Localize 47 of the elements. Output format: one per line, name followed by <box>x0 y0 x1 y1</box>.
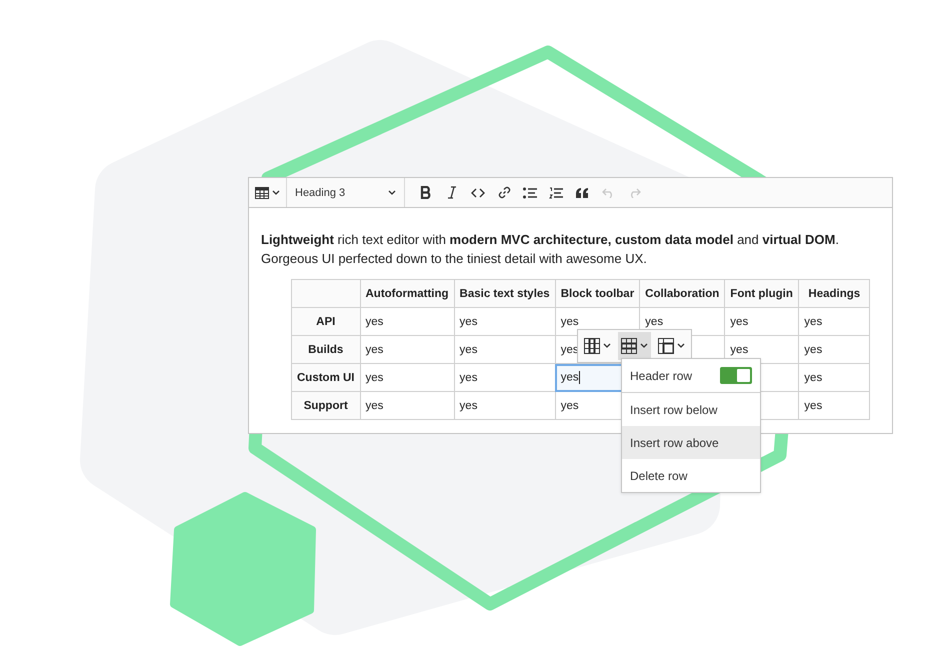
table-cell: yes <box>360 308 454 336</box>
table-cell: yes <box>798 336 870 364</box>
table-cell: yes <box>454 392 556 420</box>
table-cell: yes <box>454 308 556 336</box>
italic-icon <box>447 186 457 199</box>
menu-item[interactable]: Delete row <box>622 459 760 492</box>
menu-item[interactable]: Insert row above <box>622 426 760 459</box>
column-icon <box>584 338 600 354</box>
quote-icon <box>576 188 588 198</box>
paragraph: Lightweight rich text editor with modern MVC architecture, custom data model and virtual DOM. Gorgeous UI perfected down to the tiniest detail with awesome UX. <box>261 231 840 268</box>
caret-icon <box>388 190 396 196</box>
table-cell: yes <box>724 308 799 336</box>
row-header: Support <box>292 392 360 420</box>
table-cell: yes <box>360 364 454 392</box>
caret-icon <box>603 343 611 349</box>
toggle-switch[interactable] <box>720 367 752 384</box>
table-cell: yes <box>360 392 454 420</box>
undo-icon <box>602 188 614 198</box>
heading-dropdown[interactable]: Heading 3 <box>287 178 405 207</box>
table-cell: yes <box>360 336 454 364</box>
code-icon <box>471 188 485 198</box>
row-header: Builds <box>292 336 360 364</box>
caret-icon <box>272 190 280 196</box>
link-icon <box>498 186 510 199</box>
bold-icon <box>420 186 432 199</box>
column-header: Collaboration <box>640 280 725 308</box>
row-header: Custom UI <box>292 364 360 392</box>
column-header: Block toolbar <box>555 280 640 308</box>
column-header: Basic text styles <box>454 280 556 308</box>
table-cell: yes <box>798 392 870 420</box>
table-cell: yes <box>798 364 870 392</box>
numbered-list-icon <box>549 186 563 198</box>
row-icon <box>621 338 637 354</box>
row-dropdown[interactable] <box>618 332 651 360</box>
caret-icon <box>640 343 648 349</box>
column-header: Autoformatting <box>360 280 454 308</box>
text-cursor <box>578 371 580 384</box>
row-header: API <box>292 308 360 336</box>
bulleted-list-icon <box>523 186 537 198</box>
caret-icon <box>677 343 685 349</box>
merge-cells-icon <box>658 338 674 354</box>
table-cell: yes <box>454 364 556 392</box>
table-icon <box>255 186 269 198</box>
column-header: Font plugin <box>724 280 799 308</box>
table-cell: yes <box>798 308 870 336</box>
column-header: Headings <box>798 280 870 308</box>
table-cell: yes <box>454 336 556 364</box>
